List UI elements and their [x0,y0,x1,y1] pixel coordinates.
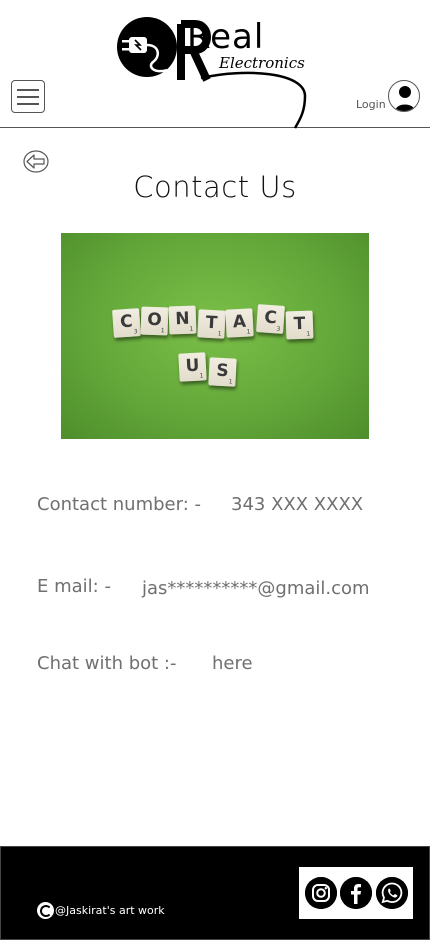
hamburger-menu-button[interactable] [11,80,45,113]
letter-tile: O1 [140,306,169,336]
instagram-icon[interactable] [304,877,337,909]
real-electronics-logo[interactable]: Real Electronics [115,12,310,130]
user-avatar-icon[interactable] [388,80,420,112]
letter-tile: N1 [168,305,197,335]
copyright: @Jaskirat's art work [37,901,165,919]
social-links [299,867,413,919]
login-link[interactable]: Login [356,98,386,111]
letter-tile: A1 [225,308,254,338]
email-value: jas**********@gmail.com [142,578,370,599]
letter-tile: C3 [112,308,141,338]
letter-tile: T1 [197,309,226,339]
page-title: Contact Us [133,170,297,204]
letter-tile: U1 [178,352,207,382]
letter-tile: S1 [208,357,237,387]
menu-bar [17,96,39,98]
contact-us-tiles-image: C3 O1 N1 T1 A1 C3 T1 U1 S1 [61,233,369,439]
contact-number-row: Contact number: - 343 XXX XXXX [37,494,363,515]
letter-tile: C3 [256,304,285,334]
facebook-icon[interactable] [340,877,372,909]
logo-word: Real [187,17,265,57]
contact-number-value: 343 XXX XXXX [231,494,364,515]
letter-tile: T1 [285,310,314,340]
chat-bot-link[interactable]: here [212,653,253,674]
chat-bot-row: Chat with bot :- here [37,653,253,674]
logo-subtitle: Electronics [219,54,305,72]
menu-bar [17,103,39,105]
site-header: Real Electronics Login [0,0,430,130]
copyright-icon [37,901,54,919]
menu-bar [17,89,39,91]
email-row: E mail: - jas**********@gmail.com [37,576,370,599]
chat-bot-label: Chat with bot :- [37,653,177,674]
copyright-text: @Jaskirat's art work [55,903,165,917]
email-label: E mail: - [37,576,111,597]
whatsapp-icon[interactable] [375,877,408,909]
contact-number-label: Contact number: - [37,494,201,515]
